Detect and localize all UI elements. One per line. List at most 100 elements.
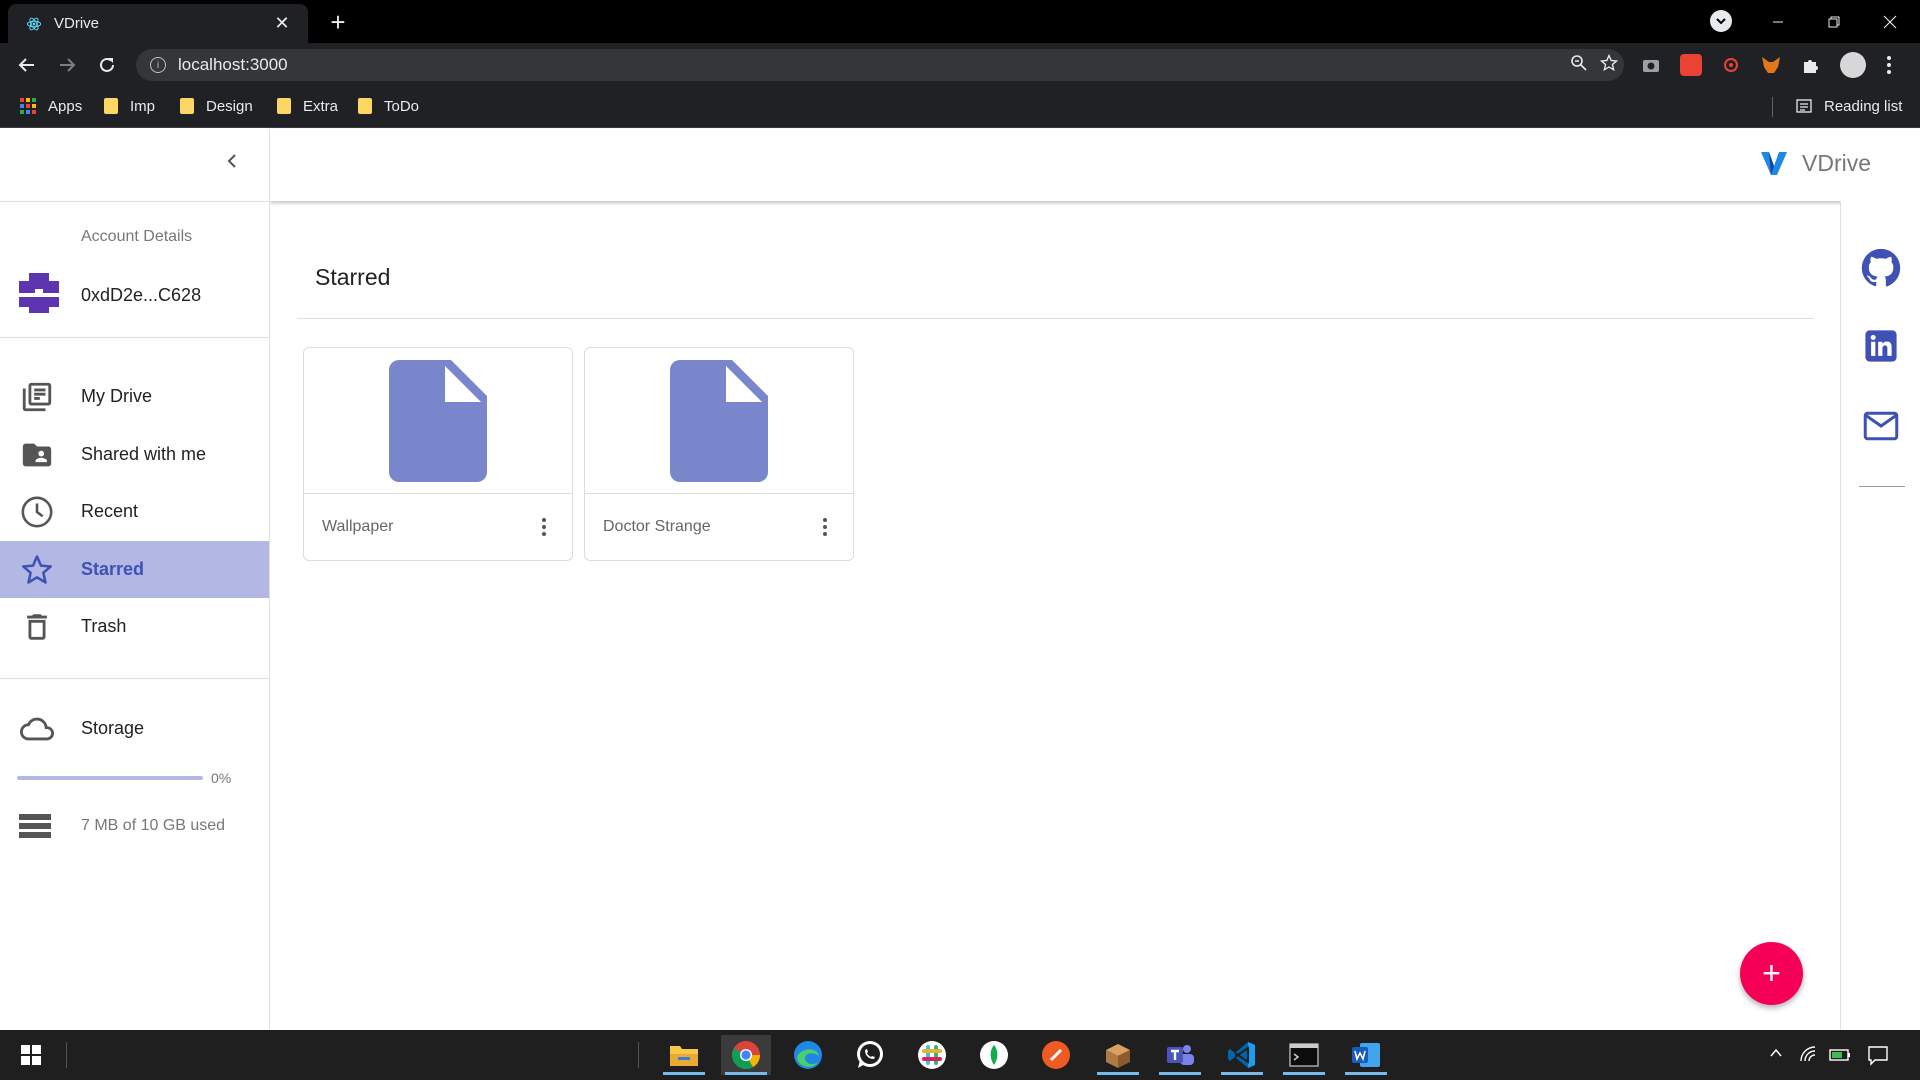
file-card[interactable]: Wallpaper: [303, 347, 573, 561]
divider: [0, 678, 269, 679]
shared-folder-icon: [17, 435, 57, 475]
storage-label: Storage: [81, 718, 145, 738]
zoom-icon[interactable]: [1564, 54, 1594, 77]
nav-shared-with-me[interactable]: Shared with me: [0, 426, 269, 483]
linkedin-icon[interactable]: [1864, 329, 1898, 363]
taskbar-divider: [638, 1042, 639, 1068]
profile-avatar[interactable]: [1840, 52, 1866, 78]
new-tab-button[interactable]: +: [322, 6, 354, 38]
bookmark-apps[interactable]: Apps: [20, 96, 82, 116]
url-text[interactable]: localhost:3000: [178, 55, 1564, 75]
page-title: Starred: [315, 264, 391, 290]
gift-extension-icon[interactable]: [1680, 54, 1702, 76]
add-file-button[interactable]: +: [1740, 942, 1803, 1005]
address-bar[interactable]: i localhost:3000: [136, 49, 1624, 81]
bookmarks-divider: [1772, 97, 1773, 117]
metamask-fox-icon[interactable]: [1760, 54, 1782, 76]
reading-list-label: Reading list: [1824, 97, 1903, 115]
browser-tab[interactable]: VDrive ✕: [8, 4, 308, 43]
more-vert-icon[interactable]: [813, 515, 837, 539]
file-name[interactable]: Doctor Strange: [603, 518, 711, 536]
bookmark-imp[interactable]: Imp: [104, 96, 155, 116]
nav-label: Trash: [81, 616, 127, 636]
github-icon[interactable]: [1861, 248, 1901, 288]
virus-extension-icon[interactable]: [1720, 54, 1742, 76]
brand: VDrive: [1760, 149, 1871, 177]
nav-label: My Drive: [81, 386, 152, 406]
file-icon: [670, 359, 768, 482]
box-app-icon[interactable]: [1093, 1035, 1143, 1075]
tab-search-icon[interactable]: [1710, 10, 1732, 32]
taskbar-active-indicator: [1345, 1072, 1387, 1075]
extensions-puzzle-icon[interactable]: [1800, 54, 1822, 76]
show-hidden-icons-chevron-icon[interactable]: [1768, 1045, 1788, 1065]
windows-start-icon[interactable]: [6, 1035, 56, 1075]
more-vert-icon[interactable]: [532, 515, 556, 539]
bookmark-star-icon[interactable]: [1594, 53, 1624, 77]
divider: [0, 337, 269, 338]
storage-progress-bar: [17, 776, 203, 780]
forward-icon[interactable]: [52, 50, 82, 80]
camera-extension-icon[interactable]: [1640, 54, 1662, 76]
bookmark-label: Design: [206, 97, 253, 115]
file-explorer-icon[interactable]: [659, 1035, 709, 1075]
mail-icon[interactable]: [1863, 411, 1899, 441]
nav-recent[interactable]: Recent: [0, 483, 269, 540]
minimize-icon[interactable]: [1750, 0, 1806, 43]
app-header: [270, 129, 1920, 201]
site-info-icon[interactable]: i: [150, 57, 166, 73]
reload-icon[interactable]: [92, 50, 122, 80]
bookmark-todo[interactable]: ToDo: [358, 96, 419, 116]
tab-close-icon[interactable]: ✕: [270, 13, 294, 34]
social-divider: [1859, 486, 1905, 487]
wallet-address[interactable]: 0xdD2e...C628: [81, 285, 201, 306]
reading-list-button[interactable]: Reading list: [1796, 96, 1902, 116]
restore-icon[interactable]: [1806, 0, 1862, 43]
taskbar-active-indicator: [1159, 1072, 1201, 1075]
postman-icon[interactable]: [1031, 1035, 1081, 1075]
file-card[interactable]: Doctor Strange: [584, 347, 854, 561]
vscode-icon[interactable]: [1217, 1035, 1267, 1075]
nav-starred[interactable]: Starred: [0, 541, 269, 598]
back-icon[interactable]: [12, 50, 42, 80]
battery-icon[interactable]: [1828, 1045, 1852, 1065]
bookmark-label: Imp: [130, 97, 156, 115]
title-divider: [297, 318, 1814, 319]
nav-label: Starred: [81, 559, 145, 579]
folder-icon: [180, 98, 194, 114]
terminal-icon[interactable]: [1279, 1035, 1329, 1075]
taskbar-active-indicator: [1097, 1072, 1139, 1075]
trash-icon: [17, 607, 57, 647]
close-window-icon[interactable]: [1862, 0, 1918, 43]
account-heading: Account Details: [81, 228, 193, 245]
file-name[interactable]: Wallpaper: [322, 518, 393, 536]
teams-icon[interactable]: [1155, 1035, 1205, 1075]
browser-menu-icon[interactable]: [1884, 54, 1894, 76]
library-books-icon: [17, 377, 57, 417]
nav-my-drive[interactable]: My Drive: [0, 368, 269, 425]
storage-percent: 0%: [211, 770, 232, 786]
word-icon[interactable]: [1341, 1035, 1391, 1075]
slack-icon[interactable]: [907, 1035, 957, 1075]
wifi-icon[interactable]: [1799, 1045, 1819, 1065]
os-taskbar: [0, 1030, 1920, 1080]
notifications-icon[interactable]: [1867, 1044, 1889, 1066]
mongodb-icon[interactable]: [969, 1035, 1019, 1075]
bookmark-design[interactable]: Design: [180, 96, 253, 116]
chrome-icon[interactable]: [721, 1035, 771, 1075]
whatsapp-icon[interactable]: [845, 1035, 895, 1075]
apps-grid-icon: [20, 98, 36, 114]
divider: [0, 201, 269, 202]
star-icon: [17, 550, 57, 590]
nav-trash[interactable]: Trash: [0, 598, 269, 655]
bookmark-extra[interactable]: Extra: [277, 96, 338, 116]
storage-row: Storage: [0, 700, 269, 757]
brand-name: VDrive: [1802, 149, 1872, 176]
taskbar-divider: [66, 1042, 67, 1068]
bookmark-label: Apps: [48, 97, 83, 115]
taskbar-active-indicator: [663, 1072, 705, 1075]
edge-icon[interactable]: [783, 1035, 833, 1075]
bookmark-label: ToDo: [384, 97, 420, 115]
social-sidebar: [1840, 201, 1920, 1030]
collapse-chevron-icon[interactable]: [222, 151, 242, 171]
